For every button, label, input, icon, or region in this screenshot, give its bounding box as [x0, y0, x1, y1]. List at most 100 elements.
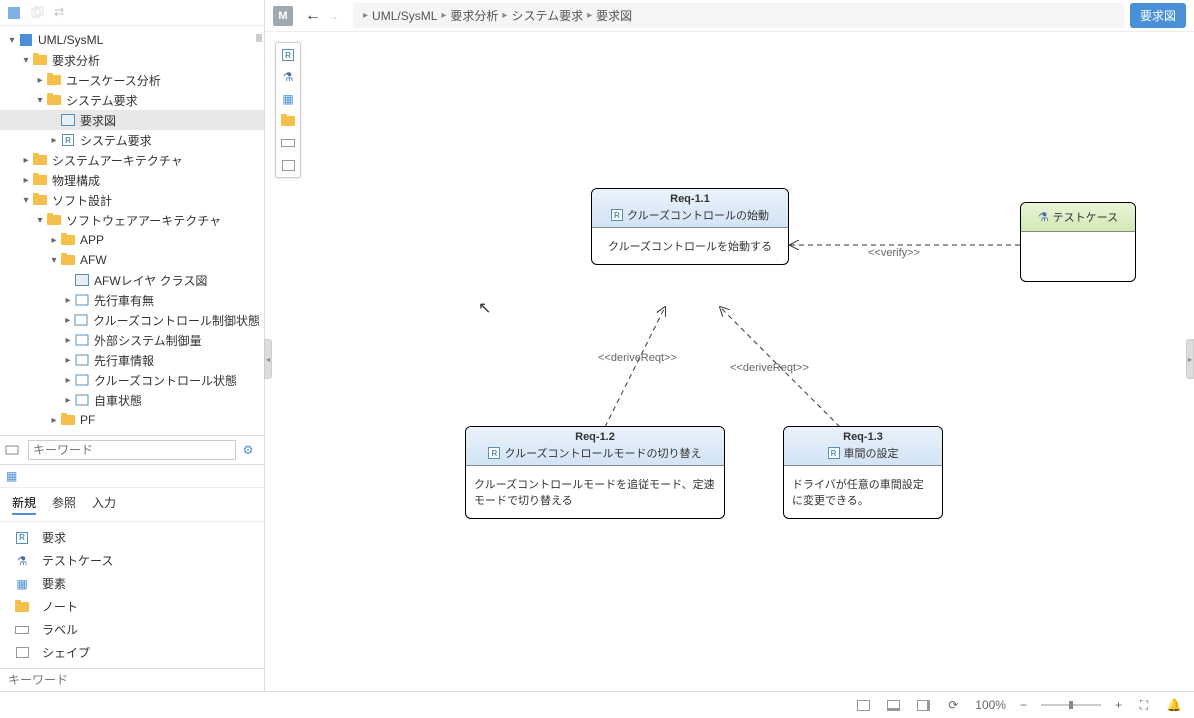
expand-arrow-icon[interactable]: ▾ — [20, 55, 32, 66]
tree-label: クルーズコントロール状態 — [94, 372, 237, 389]
expand-arrow-icon[interactable]: ▸ — [62, 295, 74, 306]
expand-arrow-icon[interactable]: ▾ — [20, 195, 32, 206]
expand-arrow-icon[interactable]: ▸ — [62, 335, 74, 346]
tree-row[interactable]: ▸ クルーズコントロール状態 — [0, 370, 264, 390]
expand-arrow-icon[interactable]: ▸ — [62, 315, 74, 326]
tree-row[interactable]: ▸ PF — [0, 410, 264, 430]
breadcrumb[interactable]: ▸ UML/SysML ▸ 要求分析 ▸ システム要求 ▸ 要求図 — [353, 3, 1124, 28]
expand-arrow-icon[interactable]: ▾ — [6, 35, 18, 46]
expand-arrow-icon[interactable]: ▸ — [34, 75, 46, 86]
tree-row[interactable]: ▸クルーズコントロール制御状態 — [0, 310, 264, 330]
tree-row[interactable]: ▾UML/SysML — [0, 30, 264, 50]
req-1-2-box[interactable]: Req-1.2 Rクルーズコントロールモードの切り替え クルーズコントロールモー… — [465, 426, 725, 519]
crumb-1[interactable]: 要求分析 — [450, 7, 498, 24]
tree-row[interactable]: ▾ ソフト設計 — [0, 190, 264, 210]
elements-icon: ▦ — [14, 576, 30, 592]
expand-arrow-icon[interactable]: ▾ — [34, 95, 46, 106]
palette-item[interactable]: ラベル — [0, 618, 264, 641]
block-icon — [74, 392, 90, 408]
zoom-out-icon[interactable]: − — [1020, 698, 1027, 712]
palette-tab-input[interactable]: 入力 — [92, 494, 116, 515]
palette-mode-icon[interactable]: ▦ — [6, 469, 17, 483]
tree-row[interactable]: ▸システムアーキテクチャ — [0, 150, 264, 170]
forward-arrow-icon[interactable]: → — [327, 9, 339, 23]
expand-arrow-icon[interactable]: ▸ — [48, 415, 60, 426]
palette-tab-ref[interactable]: 参照 — [52, 494, 76, 515]
tree-row[interactable]: ▾ソフトウェアアーキテクチャ — [0, 210, 264, 230]
tree-row[interactable]: ▸先行車情報 — [0, 350, 264, 370]
layout-2-icon[interactable] — [885, 697, 901, 713]
tree-row[interactable]: ▸物理構成 — [0, 170, 264, 190]
palette-item[interactable]: ⚗テストケース — [0, 549, 264, 572]
r-icon: R — [828, 447, 840, 459]
tree-row[interactable]: AFWレイヤ クラス図 — [0, 270, 264, 290]
expand-arrow-icon[interactable]: ▸ — [20, 175, 32, 186]
left-splitter-handle[interactable]: ◂ — [264, 339, 272, 379]
sync-icon[interactable]: ⟳ — [945, 697, 961, 713]
tree-row[interactable]: ▾要求分析 — [0, 50, 264, 70]
zoom-slider[interactable] — [1041, 704, 1101, 706]
back-arrow-icon[interactable]: ← — [305, 7, 321, 25]
tree-label: PF — [80, 413, 95, 427]
project-tree[interactable]: ▾UML/SysML▾要求分析▸ユースケース分析▾システム要求要求図▸Rシステム… — [0, 26, 264, 435]
palette-item[interactable]: ノート — [0, 595, 264, 618]
palette-item[interactable]: ▦要素 — [0, 572, 264, 595]
tree-label: APP — [80, 233, 104, 247]
req-1-1-box[interactable]: Req-1.1 Rクルーズコントロールの始動 クルーズコントロールを始動する — [591, 188, 789, 265]
right-splitter-handle[interactable]: ▸ — [1186, 339, 1194, 379]
crumb-0[interactable]: UML/SysML — [372, 9, 437, 23]
tree-row[interactable]: ▾システム要求 — [0, 90, 264, 110]
layout-3-icon[interactable] — [915, 697, 931, 713]
tree-row[interactable]: ▸ユースケース分析 — [0, 70, 264, 90]
tree-row[interactable]: ▸自車状態 — [0, 390, 264, 410]
filter-left-icon[interactable] — [4, 442, 20, 458]
tree-row[interactable]: 要求図 — [0, 110, 264, 130]
diagram-canvas[interactable]: R ⚗ ▦ Req-1.1 Rクルーズコントロールの始動 — [265, 32, 1194, 691]
req-tool-icon[interactable]: R — [280, 47, 296, 63]
shape-tool-icon[interactable] — [280, 157, 296, 173]
bell-icon[interactable]: 🔔 — [1166, 697, 1182, 713]
tree-row[interactable]: ▸ APP — [0, 230, 264, 250]
expand-arrow-icon[interactable]: ▸ — [20, 155, 32, 166]
tree-row[interactable]: ▾AFW — [0, 250, 264, 270]
fit-icon[interactable]: ⛶ — [1136, 697, 1152, 713]
elements-tool-icon[interactable]: ▦ — [280, 91, 296, 107]
layout-1-icon[interactable] — [855, 697, 871, 713]
crumb-2[interactable]: システム要求 — [511, 7, 583, 24]
tree-label: システム要求 — [80, 132, 152, 149]
expand-arrow-icon[interactable]: ▾ — [34, 215, 46, 226]
palette-item[interactable]: シェイプ — [0, 641, 264, 664]
palette-search-input[interactable] — [8, 673, 256, 687]
palette-item[interactable]: R要求 — [0, 526, 264, 549]
crumb-3[interactable]: 要求図 — [596, 7, 632, 24]
tree-row[interactable]: ▸Rシステム要求 — [0, 130, 264, 150]
flask-tool-icon[interactable]: ⚗ — [280, 69, 296, 85]
req-1-3-box[interactable]: Req-1.3 R車間の設定 ドライバが任意の車間設定に変更できる。 — [783, 426, 943, 519]
tree-row[interactable]: ▸外部システム制御量 — [0, 330, 264, 350]
filter-right-icon[interactable]: ⚙ — [240, 442, 256, 458]
testcase-box[interactable]: ⚗テストケース — [1020, 202, 1136, 282]
palette-item-label: テストケース — [42, 552, 113, 569]
req-id: Req-1.1 — [596, 193, 784, 205]
expand-arrow-icon[interactable]: ▸ — [48, 235, 60, 246]
palette-tab-new[interactable]: 新規 — [12, 494, 36, 515]
expand-arrow-icon[interactable]: ▸ — [48, 135, 60, 146]
copy-icon[interactable] — [30, 5, 46, 21]
folder-icon — [32, 172, 48, 188]
link-icon[interactable]: ⇄ — [54, 5, 70, 21]
zoom-in-icon[interactable]: + — [1115, 698, 1122, 712]
expand-arrow-icon[interactable]: ▸ — [62, 355, 74, 366]
palette-item-label: ノート — [42, 598, 78, 615]
expand-arrow-icon[interactable]: ▾ — [48, 255, 60, 266]
expand-arrow-icon[interactable]: ▸ — [62, 375, 74, 386]
expand-arrow-icon[interactable]: ▸ — [62, 395, 74, 406]
scrollbar-thumb[interactable] — [256, 34, 262, 42]
folder-tool-icon[interactable] — [280, 113, 296, 129]
tree-filter-input[interactable] — [28, 440, 236, 460]
new-icon[interactable] — [6, 5, 22, 21]
label-tool-icon[interactable] — [280, 135, 296, 151]
tree-label: ソフト設計 — [52, 192, 112, 209]
diagram-type-badge[interactable]: 要求図 — [1130, 3, 1186, 28]
tree-row[interactable]: ▸先行車有無 — [0, 290, 264, 310]
model-button[interactable]: M — [273, 6, 293, 26]
